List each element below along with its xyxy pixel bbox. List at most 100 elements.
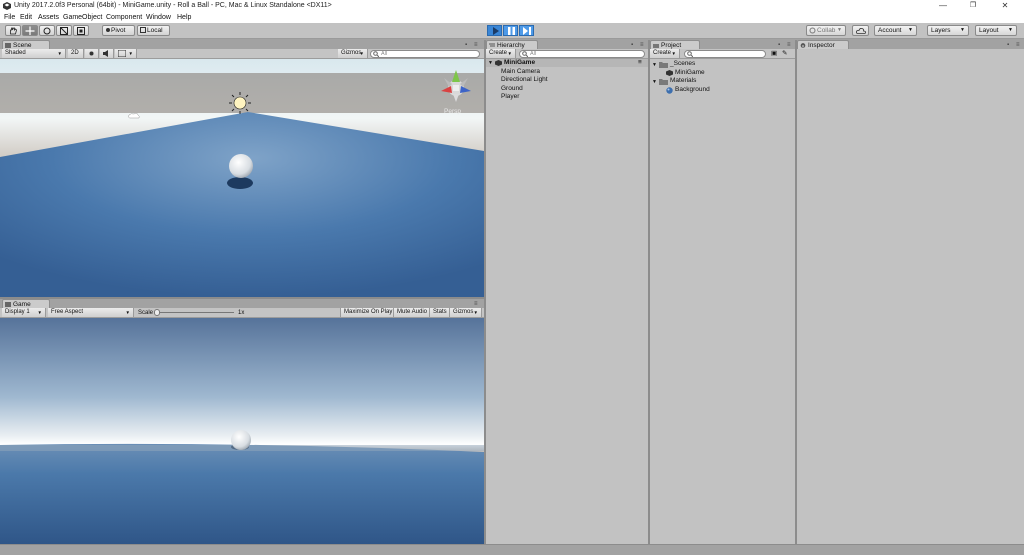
hierarchy-lock-icon[interactable]: ▪ — [631, 42, 633, 48]
main-toolbar: Pivot Local Collab ▼ Account ▼ Layers ▼ Lay… — [0, 23, 1024, 39]
unity-scene-icon — [495, 60, 502, 66]
scene-menu-icon[interactable]: ≡ — [474, 42, 478, 48]
pivot-icon — [106, 28, 110, 32]
scene-toolbar: Shaded ▼ 2D ▼ Gizmos ▼ All — [0, 49, 484, 59]
filter-by-type-icon[interactable]: ▣ — [771, 50, 777, 58]
close-button[interactable]: ✕ — [990, 0, 1020, 12]
account-dropdown[interactable]: Account ▼ — [874, 25, 917, 36]
project-menu-icon[interactable]: ≡ — [787, 42, 791, 48]
inspector-panel — [797, 49, 1024, 544]
pause-button[interactable] — [503, 25, 518, 36]
scene-gizmos-dropdown[interactable]: Gizmos ▼ — [338, 49, 368, 58]
materials-folder-icon — [659, 79, 668, 85]
cloud-button[interactable] — [852, 25, 869, 36]
project-asset-minigame[interactable]: MiniGame — [675, 69, 705, 77]
scene-search-input[interactable]: All — [370, 50, 480, 58]
project-panel: ▼ _Scenes MiniGame ▼ Materials Backgroun… — [650, 59, 795, 544]
play-button[interactable] — [487, 25, 502, 36]
hierarchy-search-icon — [522, 51, 528, 57]
materials-folder-expand-icon[interactable]: ▼ — [652, 78, 657, 86]
project-create-dropdown[interactable]: Create ▼ — [650, 49, 680, 58]
menu-gameobject[interactable]: GameObject — [63, 12, 102, 23]
scale-label: Scale — [138, 310, 154, 316]
hand-icon — [10, 27, 17, 34]
game-gizmos-dropdown[interactable]: Gizmos ▼ — [450, 308, 482, 317]
menu-assets[interactable]: Assets — [38, 12, 59, 23]
status-bar — [0, 544, 1024, 555]
move-icon — [25, 26, 35, 35]
scale-icon — [60, 26, 68, 35]
project-asset-background[interactable]: Background — [675, 86, 710, 94]
scenes-folder-expand-icon[interactable]: ▼ — [652, 61, 657, 69]
menu-file[interactable]: File — [4, 12, 15, 23]
pivot-toggle[interactable]: Pivot — [102, 25, 135, 36]
search-icon — [373, 51, 379, 57]
display-dropdown[interactable]: Display 1 ▼ — [2, 308, 46, 317]
menu-window[interactable]: Window — [146, 12, 171, 23]
collab-dropdown[interactable]: Collab ▼ — [806, 25, 846, 36]
unity-logo-icon — [3, 2, 11, 10]
scene-viewport[interactable]: Persp — [0, 59, 484, 297]
hierarchy-tab-icon — [489, 43, 495, 47]
effects-dropdown[interactable]: ▼ — [115, 49, 137, 58]
project-folder-materials[interactable]: Materials — [670, 77, 696, 85]
scale-slider-track[interactable] — [156, 312, 234, 313]
aspect-dropdown[interactable]: Free Aspect ▼ — [48, 308, 134, 317]
sun-icon — [89, 51, 94, 56]
project-lock-icon[interactable]: ▪ — [778, 42, 780, 48]
hierarchy-menu-icon[interactable]: ≡ — [640, 42, 644, 48]
scenes-folder-icon — [659, 62, 668, 68]
project-tab-icon — [653, 44, 659, 48]
hierarchy-scene-row[interactable]: ▼ MiniGame ≡ — [486, 59, 648, 67]
project-search-input[interactable] — [684, 50, 766, 58]
layers-dropdown[interactable]: Layers ▼ — [927, 25, 969, 36]
filter-by-label-icon[interactable]: ✎ — [782, 50, 787, 58]
local-icon — [140, 27, 146, 33]
menu-edit[interactable]: Edit — [20, 12, 32, 23]
scale-slider-handle[interactable] — [154, 309, 160, 316]
scene-lock-icon[interactable]: ▪ — [465, 42, 467, 48]
menu-component[interactable]: Component — [106, 12, 142, 23]
hierarchy-item-directional-light[interactable]: Directional Light — [501, 76, 548, 84]
shading-mode-dropdown[interactable]: Shaded ▼ — [2, 49, 66, 58]
stats-toggle[interactable]: Stats — [430, 308, 450, 317]
scale-tool-button[interactable] — [56, 25, 72, 36]
restore-button[interactable]: ❐ — [958, 0, 988, 12]
menu-help[interactable]: Help — [177, 12, 191, 23]
hierarchy-item-player[interactable]: Player — [501, 93, 519, 101]
camera-icon — [128, 112, 140, 119]
game-menu-icon[interactable]: ≡ — [474, 301, 478, 307]
local-toggle[interactable]: Local — [137, 25, 170, 36]
step-icon — [523, 27, 531, 35]
2d-toggle[interactable]: 2D — [68, 49, 84, 58]
game-render — [0, 318, 484, 544]
pause-icon — [508, 27, 515, 35]
scene-options-icon[interactable]: ≡ — [638, 59, 642, 67]
rect-tool-button[interactable] — [73, 25, 89, 36]
inspector-menu-icon[interactable]: ≡ — [1016, 42, 1020, 48]
rotate-icon — [43, 27, 51, 34]
rotate-tool-button[interactable] — [39, 25, 55, 36]
hierarchy-search-input[interactable]: All — [519, 50, 645, 58]
step-button[interactable] — [519, 25, 534, 36]
scene-name: MiniGame — [504, 59, 536, 66]
rect-icon — [77, 26, 85, 35]
scene-expand-icon[interactable]: ▼ — [488, 59, 493, 67]
layout-dropdown[interactable]: Layout ▼ — [975, 25, 1017, 36]
hierarchy-item-ground[interactable]: Ground — [501, 85, 523, 93]
persp-label[interactable]: Persp — [444, 108, 461, 115]
project-folder-scenes[interactable]: _Scenes — [670, 60, 695, 68]
move-tool-button[interactable] — [22, 25, 38, 36]
hierarchy-item-main-camera[interactable]: Main Camera — [501, 68, 540, 76]
play-icon — [493, 27, 499, 35]
audio-toggle[interactable] — [100, 49, 114, 58]
hierarchy-create-dropdown[interactable]: Create ▼ — [486, 49, 516, 58]
window-title: Unity 2017.2.0f3 Personal (64bit) - Mini… — [14, 2, 332, 9]
hand-tool-button[interactable] — [5, 25, 21, 36]
lighting-toggle[interactable] — [85, 49, 99, 58]
mute-audio-toggle[interactable]: Mute Audio — [394, 308, 430, 317]
game-viewport[interactable] — [0, 318, 484, 544]
minimize-button[interactable]: — — [928, 0, 958, 12]
maximize-on-play-toggle[interactable]: Maximize On Play — [340, 308, 394, 317]
inspector-lock-icon[interactable]: ▪ — [1007, 42, 1009, 48]
